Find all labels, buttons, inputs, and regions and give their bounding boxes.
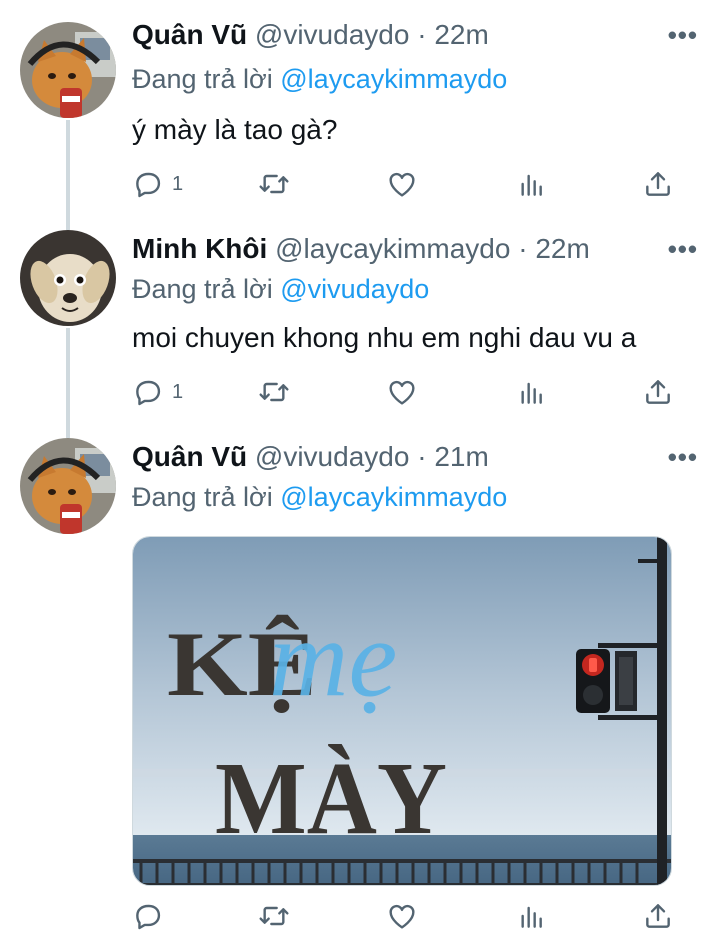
tweet-header: Minh Khôi @laycaykimmaydo · 22m — [132, 232, 590, 266]
replying-to: Đang trả lời @laycaykimmaydo — [132, 480, 507, 514]
share-icon — [646, 172, 670, 196]
dog-avatar-image — [20, 230, 116, 326]
tweet[interactable]: Quân Vũ @vivudaydo · 22m ••• Đang trả lờ… — [0, 0, 720, 230]
reply-icon — [136, 904, 161, 930]
analytics-icon — [521, 906, 542, 928]
avatar[interactable] — [20, 230, 116, 326]
mention-link[interactable]: @laycaykimmaydo — [280, 482, 507, 512]
reply-button[interactable] — [132, 896, 164, 936]
like-button[interactable] — [386, 372, 418, 412]
retweet-button[interactable] — [258, 164, 290, 204]
like-button[interactable] — [386, 896, 418, 936]
analytics-button[interactable] — [516, 896, 548, 936]
display-name[interactable]: Minh Khôi — [132, 233, 267, 264]
replying-to: Đang trả lời @vivudaydo — [132, 272, 429, 306]
display-name[interactable]: Quân Vũ — [132, 441, 247, 472]
like-icon — [389, 172, 415, 197]
analytics-icon — [521, 382, 542, 404]
replying-to-prefix: Đang trả lời — [132, 274, 281, 304]
user-handle[interactable]: @laycaykimmaydo — [275, 233, 510, 264]
share-button[interactable] — [642, 896, 674, 936]
analytics-button[interactable] — [516, 164, 548, 204]
separator-dot: · — [417, 441, 427, 472]
reply-count: 1 — [172, 172, 184, 195]
meme-image: KỆ mẹ MÀY — [133, 537, 671, 885]
like-icon — [389, 380, 415, 405]
avatar[interactable] — [20, 438, 116, 534]
tweet[interactable]: Minh Khôi @laycaykimmaydo · 22m ••• Đang… — [0, 210, 720, 430]
more-icon[interactable]: ••• — [668, 20, 698, 51]
tweet-header: Quân Vũ @vivudaydo · 22m — [132, 18, 489, 52]
like-button[interactable] — [386, 164, 418, 204]
tweet-actions — [132, 896, 692, 936]
cat-avatar-image — [20, 438, 116, 534]
analytics-button[interactable] — [516, 372, 548, 412]
timestamp[interactable]: 22m — [535, 233, 589, 264]
replying-to-prefix: Đang trả lời — [132, 64, 281, 94]
replying-to-prefix: Đang trả lời — [132, 482, 281, 512]
analytics-icon — [521, 174, 542, 196]
tweet-actions: 1 — [132, 164, 692, 204]
tweet-actions: 1 — [132, 372, 692, 412]
timestamp[interactable]: 21m — [434, 441, 488, 472]
retweet-button[interactable] — [258, 372, 290, 412]
reply-icon — [136, 172, 161, 198]
tweet-text: moi chuyen khong nhu em nghi dau vu a — [132, 322, 637, 353]
meme-text-me: mẹ — [269, 597, 397, 719]
reply-button[interactable]: 1 — [132, 164, 183, 204]
tweet-header: Quân Vũ @vivudaydo · 21m — [132, 440, 489, 474]
share-button[interactable] — [642, 372, 674, 412]
replying-to: Đang trả lời @laycaykimmaydo — [132, 62, 507, 96]
separator-dot: · — [417, 19, 427, 50]
display-name[interactable]: Quân Vũ — [132, 19, 247, 50]
reply-count: 1 — [172, 380, 184, 403]
meme-text-may: MÀY — [215, 741, 447, 856]
reply-button[interactable]: 1 — [132, 372, 183, 412]
retweet-icon — [259, 174, 289, 194]
like-icon — [389, 904, 415, 929]
more-icon[interactable]: ••• — [668, 442, 698, 473]
share-icon — [646, 380, 670, 404]
timestamp[interactable]: 22m — [434, 19, 488, 50]
reply-icon — [136, 380, 161, 406]
cat-avatar-image — [20, 22, 116, 118]
share-icon — [646, 904, 670, 928]
user-handle[interactable]: @vivudaydo — [255, 19, 410, 50]
retweet-icon — [259, 906, 289, 926]
separator-dot: · — [518, 233, 528, 264]
retweet-button[interactable] — [258, 896, 290, 936]
more-icon[interactable]: ••• — [668, 234, 698, 265]
tweet-text: ý mày là tao gà? — [132, 114, 338, 145]
mention-link[interactable]: @vivudaydo — [280, 274, 429, 304]
share-button[interactable] — [642, 164, 674, 204]
avatar[interactable] — [20, 22, 116, 118]
tweet-media-image[interactable]: KỆ mẹ MÀY — [132, 536, 672, 886]
mention-link[interactable]: @laycaykimmaydo — [280, 64, 507, 94]
user-handle[interactable]: @vivudaydo — [255, 441, 410, 472]
retweet-icon — [259, 382, 289, 402]
